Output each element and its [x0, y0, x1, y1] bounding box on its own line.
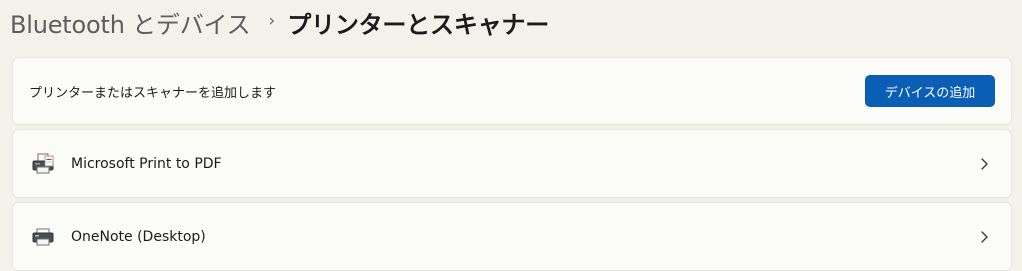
breadcrumb: Bluetooth とデバイス › プリンターとスキャナー [10, 0, 549, 44]
device-name: Microsoft Print to PDF [71, 155, 222, 172]
device-row-onenote-desktop[interactable]: OneNote (Desktop) [12, 202, 1012, 271]
chevron-right-icon [977, 230, 991, 244]
printer-icon [31, 226, 55, 248]
breadcrumb-separator: › [268, 11, 276, 31]
add-device-label: プリンターまたはスキャナーを追加します [29, 85, 277, 101]
device-row-microsoft-print-to-pdf[interactable]: Microsoft Print to PDF [12, 129, 1012, 198]
chevron-right-icon [977, 157, 991, 171]
add-device-button[interactable]: デバイスの追加 [865, 75, 995, 107]
add-device-card: プリンターまたはスキャナーを追加します デバイスの追加 [12, 57, 1012, 125]
page-title: プリンターとスキャナー [287, 10, 550, 39]
breadcrumb-parent-link[interactable]: Bluetooth とデバイス [10, 5, 251, 40]
device-name: OneNote (Desktop) [71, 228, 206, 245]
printer-pdf-icon [31, 153, 55, 175]
